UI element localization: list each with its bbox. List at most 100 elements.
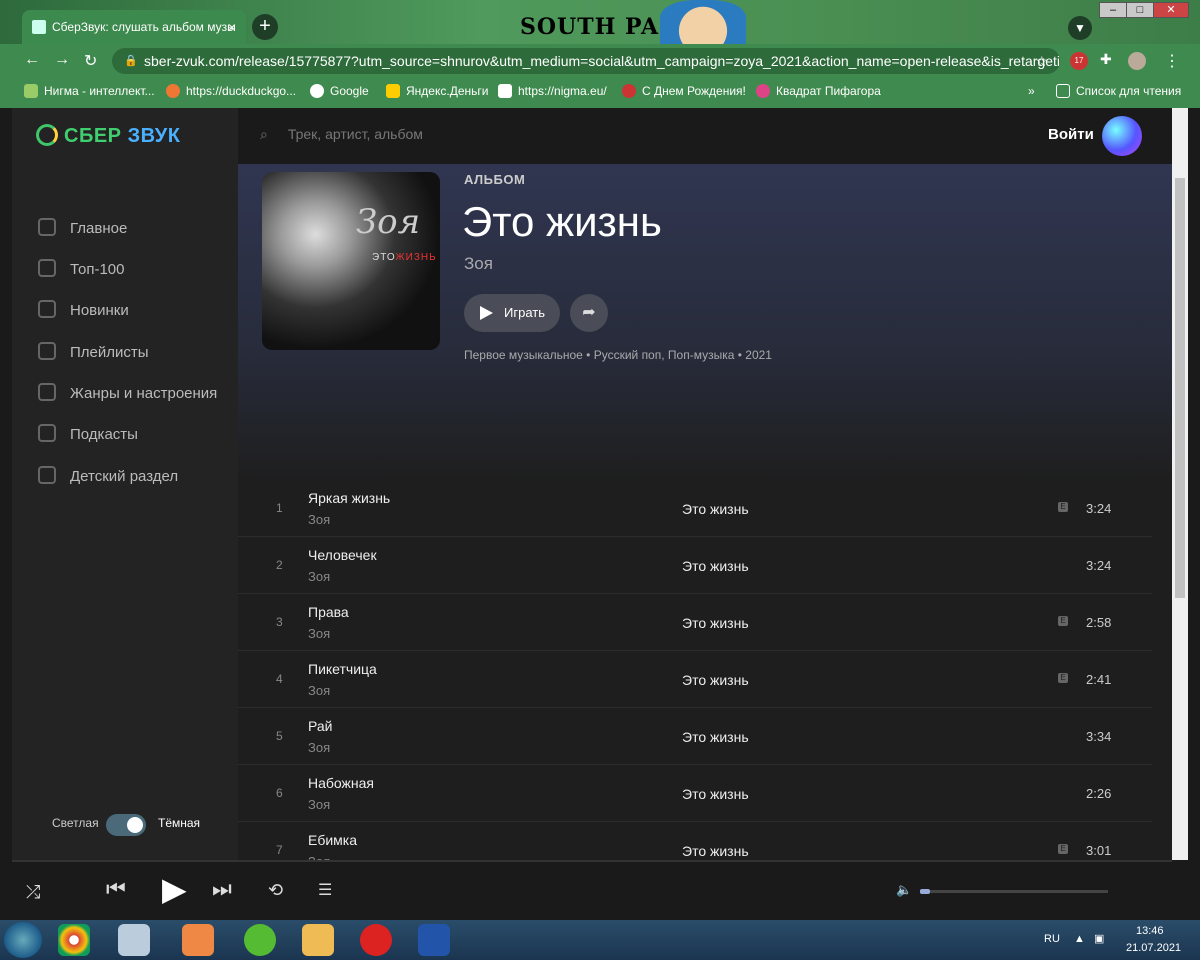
menu-icon[interactable]: ⋮ (1164, 51, 1180, 71)
media-taskbar-icon[interactable] (182, 924, 214, 956)
window-close-icon[interactable]: ✕ (1153, 2, 1189, 18)
sidebar-item-genres[interactable]: Жанры и настроения (38, 383, 238, 402)
theme-toggle[interactable] (106, 814, 146, 836)
sidebar-item-kids[interactable]: Детский раздел (38, 466, 238, 485)
language-indicator[interactable]: RU (1044, 933, 1060, 945)
clock-time[interactable]: 13:46 (1136, 925, 1164, 937)
volume-slider[interactable] (920, 889, 1108, 894)
start-button[interactable] (4, 922, 42, 958)
theme-decoration-icon (660, 0, 746, 44)
paint-taskbar-icon[interactable] (118, 924, 150, 956)
grid-icon (38, 383, 56, 401)
track-artist[interactable]: Зоя (308, 512, 330, 527)
album-meta: Первое музыкальное • Русский поп, Поп-му… (464, 348, 772, 362)
word-taskbar-icon[interactable] (418, 924, 450, 956)
track-duration: 2:26 (1086, 786, 1112, 801)
table-row[interactable]: 3 Права Зоя Это жизнь E 2:58 (238, 594, 1152, 651)
album-artist[interactable]: Зоя (464, 254, 493, 274)
bookmarks-overflow-icon[interactable]: » (1028, 84, 1035, 98)
track-artist[interactable]: Зоя (308, 740, 330, 755)
track-title[interactable]: Права (308, 604, 349, 620)
bookmark-item[interactable]: Google (310, 84, 369, 98)
bookmark-item[interactable]: Квадрат Пифагора (756, 84, 881, 98)
avatar[interactable] (1102, 116, 1142, 156)
bookmark-item[interactable]: С Днем Рождения! (622, 84, 746, 98)
network-icon[interactable]: ▣ (1094, 932, 1104, 945)
track-artist[interactable]: Зоя (308, 569, 330, 584)
sidebar: СБЕР ЗВУК Главное Топ-100 Новинки Плейли… (12, 108, 238, 860)
track-title[interactable]: Человечек (308, 547, 377, 563)
track-album[interactable]: Это жизнь (682, 615, 749, 631)
table-row[interactable]: 6 Набожная Зоя Это жизнь 2:26 (238, 765, 1152, 822)
bookmark-item[interactable]: Яндекс.Деньги (386, 84, 488, 98)
note-icon (38, 342, 56, 360)
track-album[interactable]: Это жизнь (682, 558, 749, 574)
explorer-taskbar-icon[interactable] (302, 924, 334, 956)
url-field[interactable]: 🔒 sber-zvuk.com/release/15775877?utm_sour… (112, 48, 1060, 74)
repeat-icon[interactable]: ⟲ (268, 880, 283, 901)
bookmark-star-icon[interactable]: ☆ (1035, 48, 1048, 74)
track-album[interactable]: Это жизнь (682, 501, 749, 517)
tray-arrow-icon[interactable]: ▲ (1074, 933, 1085, 945)
track-album[interactable]: Это жизнь (682, 843, 749, 859)
track-album[interactable]: Это жизнь (682, 786, 749, 802)
next-icon[interactable]: ⏭ (212, 876, 232, 902)
share-button[interactable]: ➦ (570, 294, 608, 332)
table-row[interactable]: 2 Человечек Зоя Это жизнь 3:24 (238, 537, 1152, 594)
track-album[interactable]: Это жизнь (682, 729, 749, 745)
home-icon (38, 218, 56, 236)
login-button[interactable]: Войти (1048, 126, 1094, 143)
previous-icon[interactable]: ⏮ (106, 876, 126, 902)
extension-badge-icon[interactable]: 17 (1070, 52, 1088, 70)
bookmark-item[interactable]: https://duckduckgo... (166, 84, 296, 98)
explicit-icon: E (1058, 616, 1068, 626)
sidebar-item-playlists[interactable]: Плейлисты (38, 342, 238, 361)
queue-icon[interactable]: ☰ (318, 880, 332, 900)
close-tab-icon[interactable]: × (228, 10, 236, 44)
maximize-icon[interactable]: □ (1126, 2, 1154, 18)
track-title[interactable]: Набожная (308, 775, 374, 791)
minimize-icon[interactable]: – (1099, 2, 1127, 18)
sidebar-item-top100[interactable]: Топ-100 (38, 259, 238, 278)
track-title[interactable]: Яркая жизнь (308, 490, 390, 506)
track-album[interactable]: Это жизнь (682, 672, 749, 688)
chrome-taskbar-icon[interactable] (58, 924, 90, 956)
new-tab-button[interactable]: + (252, 14, 278, 40)
opera-taskbar-icon[interactable] (360, 924, 392, 956)
browser-tab[interactable]: СберЗвук: слушать альбом музы × (22, 10, 246, 44)
album-title: Это жизнь (462, 198, 662, 245)
track-title[interactable]: Пикетчица (308, 661, 377, 677)
app-logo[interactable]: СБЕР ЗВУК (36, 124, 180, 148)
track-title[interactable]: Ебимка (308, 832, 357, 848)
utorrent-taskbar-icon[interactable] (244, 924, 276, 956)
sidebar-item-home[interactable]: Главное (38, 218, 238, 237)
bookmark-item[interactable]: Нигма - интеллект... (24, 84, 155, 98)
table-row[interactable]: 5 Рай Зоя Это жизнь 3:34 (238, 708, 1152, 765)
sidebar-item-podcasts[interactable]: Подкасты (38, 424, 238, 443)
extensions-icon[interactable]: ✚ (1100, 51, 1112, 68)
tab-search-icon[interactable]: ▼ (1068, 16, 1092, 40)
player-bar: ⤮ ⏮ ▶ ⏭ ⟲ ☰ 🔈 (12, 860, 1172, 918)
profile-avatar[interactable] (1128, 52, 1146, 70)
scrollbar[interactable] (1172, 108, 1188, 860)
microphone-icon (38, 424, 56, 442)
track-number: 5 (276, 729, 283, 743)
table-row[interactable]: 4 Пикетчица Зоя Это жизнь E 2:41 (238, 651, 1152, 708)
search-input[interactable]: ⌕ Трек, артист, альбом (260, 126, 423, 143)
clock-date[interactable]: 21.07.2021 (1126, 942, 1181, 954)
forward-icon[interactable]: → (54, 51, 70, 69)
reload-icon[interactable]: ↻ (84, 51, 97, 71)
shuffle-icon[interactable]: ⤮ (26, 882, 40, 903)
track-artist[interactable]: Зоя (308, 683, 330, 698)
reading-list[interactable]: Список для чтения (1056, 84, 1181, 98)
play-button[interactable]: Играть (464, 294, 560, 332)
volume-icon[interactable]: 🔈 (896, 882, 912, 898)
back-icon[interactable]: ← (24, 51, 40, 69)
bookmark-item[interactable]: https://nigma.eu/ (498, 84, 607, 98)
sidebar-item-new[interactable]: Новинки (38, 300, 238, 319)
track-title[interactable]: Рай (308, 718, 332, 734)
play-icon[interactable]: ▶ (162, 870, 187, 908)
table-row[interactable]: 1 Яркая жизнь Зоя Это жизнь E 3:24 (238, 480, 1152, 537)
track-artist[interactable]: Зоя (308, 797, 330, 812)
track-artist[interactable]: Зоя (308, 626, 330, 641)
